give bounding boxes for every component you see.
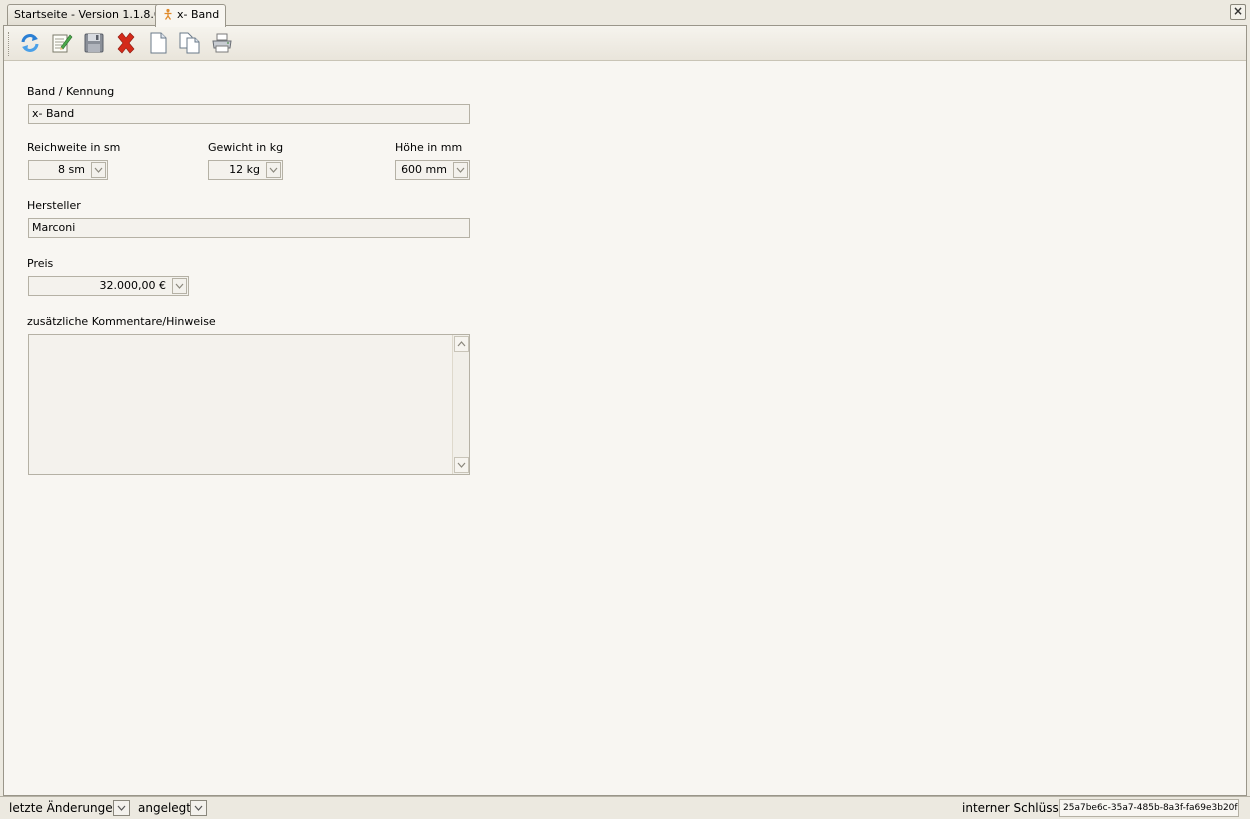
tab-startseite[interactable]: Startseite - Version 1.1.8.0 xyxy=(7,4,168,26)
chevron-down-icon xyxy=(457,462,466,468)
save-icon xyxy=(84,33,104,53)
refresh-button[interactable] xyxy=(18,31,44,57)
reichweite-combo[interactable]: 8 sm xyxy=(28,160,108,180)
status-bar: letzte Änderungen angelegt interner Schl… xyxy=(0,796,1250,819)
reichweite-dropdown-button[interactable] xyxy=(91,162,106,178)
scroll-up-button[interactable] xyxy=(454,336,469,352)
chevron-up-icon xyxy=(457,341,466,347)
tab-bar: Startseite - Version 1.1.8.0 x- Band × xyxy=(0,0,1250,27)
interner-schluessel-label: interner Schlüssel xyxy=(962,801,1070,815)
tab-x-band[interactable]: x- Band xyxy=(155,4,227,27)
hersteller-input[interactable]: Marconi xyxy=(28,218,470,238)
preis-combo[interactable]: 32.000,00 € xyxy=(28,276,189,296)
band-label: Band / Kennung xyxy=(27,85,115,98)
person-icon xyxy=(162,7,174,20)
kommentar-label: zusätzliche Kommentare/Hinweise xyxy=(27,315,216,328)
reichweite-value: 8 sm xyxy=(58,163,85,176)
gewicht-dropdown-button[interactable] xyxy=(266,162,281,178)
interner-schluessel-field[interactable]: 25a7be6c-35a7-485b-8a3f-fa69e3b20f43 xyxy=(1059,799,1239,817)
angelegt-label: angelegt xyxy=(138,801,191,815)
hoehe-value: 600 mm xyxy=(401,163,447,176)
hoehe-label: Höhe in mm xyxy=(395,141,463,154)
gewicht-label: Gewicht in kg xyxy=(208,141,284,154)
preis-value: 32.000,00 € xyxy=(99,279,166,292)
delete-icon xyxy=(117,32,135,54)
kommentar-text xyxy=(29,335,469,341)
letzte-aenderungen-dropdown[interactable] xyxy=(113,800,130,816)
angelegt-dropdown[interactable] xyxy=(190,800,207,816)
preis-label: Preis xyxy=(27,257,54,270)
kommentar-scrollbar[interactable] xyxy=(452,335,469,474)
chevron-down-icon xyxy=(456,167,465,173)
chevron-down-icon xyxy=(175,283,184,289)
copy-document-icon xyxy=(179,32,200,54)
copy-document-button[interactable] xyxy=(178,31,204,57)
kommentar-textarea[interactable] xyxy=(28,334,470,475)
preis-dropdown-button[interactable] xyxy=(172,278,187,294)
chevron-down-icon xyxy=(194,805,203,811)
toolbar xyxy=(4,26,1246,61)
refresh-icon xyxy=(21,34,39,52)
delete-button[interactable] xyxy=(114,31,140,57)
new-document-icon xyxy=(150,32,167,54)
tab-startseite-label: Startseite - Version 1.1.8.0 xyxy=(14,8,161,21)
hoehe-combo[interactable]: 600 mm xyxy=(395,160,470,180)
print-icon xyxy=(212,33,232,53)
chevron-down-icon xyxy=(269,167,278,173)
hoehe-dropdown-button[interactable] xyxy=(453,162,468,178)
save-button[interactable] xyxy=(82,31,108,57)
tab-x-band-label: x- Band xyxy=(177,8,220,21)
close-icon: × xyxy=(1232,4,1244,18)
scroll-down-button[interactable] xyxy=(454,457,469,473)
toolbar-grip[interactable] xyxy=(8,32,11,56)
edit-button[interactable] xyxy=(50,31,76,57)
close-tab-button[interactable]: × xyxy=(1230,4,1246,20)
chevron-down-icon xyxy=(117,805,126,811)
band-input[interactable]: x- Band xyxy=(28,104,470,124)
edit-icon xyxy=(52,34,73,53)
chevron-down-icon xyxy=(94,167,103,173)
reichweite-label: Reichweite in sm xyxy=(27,141,121,154)
gewicht-combo[interactable]: 12 kg xyxy=(208,160,283,180)
print-button[interactable] xyxy=(210,31,236,57)
new-document-button[interactable] xyxy=(146,31,172,57)
hersteller-label: Hersteller xyxy=(27,199,81,212)
gewicht-value: 12 kg xyxy=(229,163,260,176)
letzte-aenderungen-label: letzte Änderungen xyxy=(9,801,121,815)
